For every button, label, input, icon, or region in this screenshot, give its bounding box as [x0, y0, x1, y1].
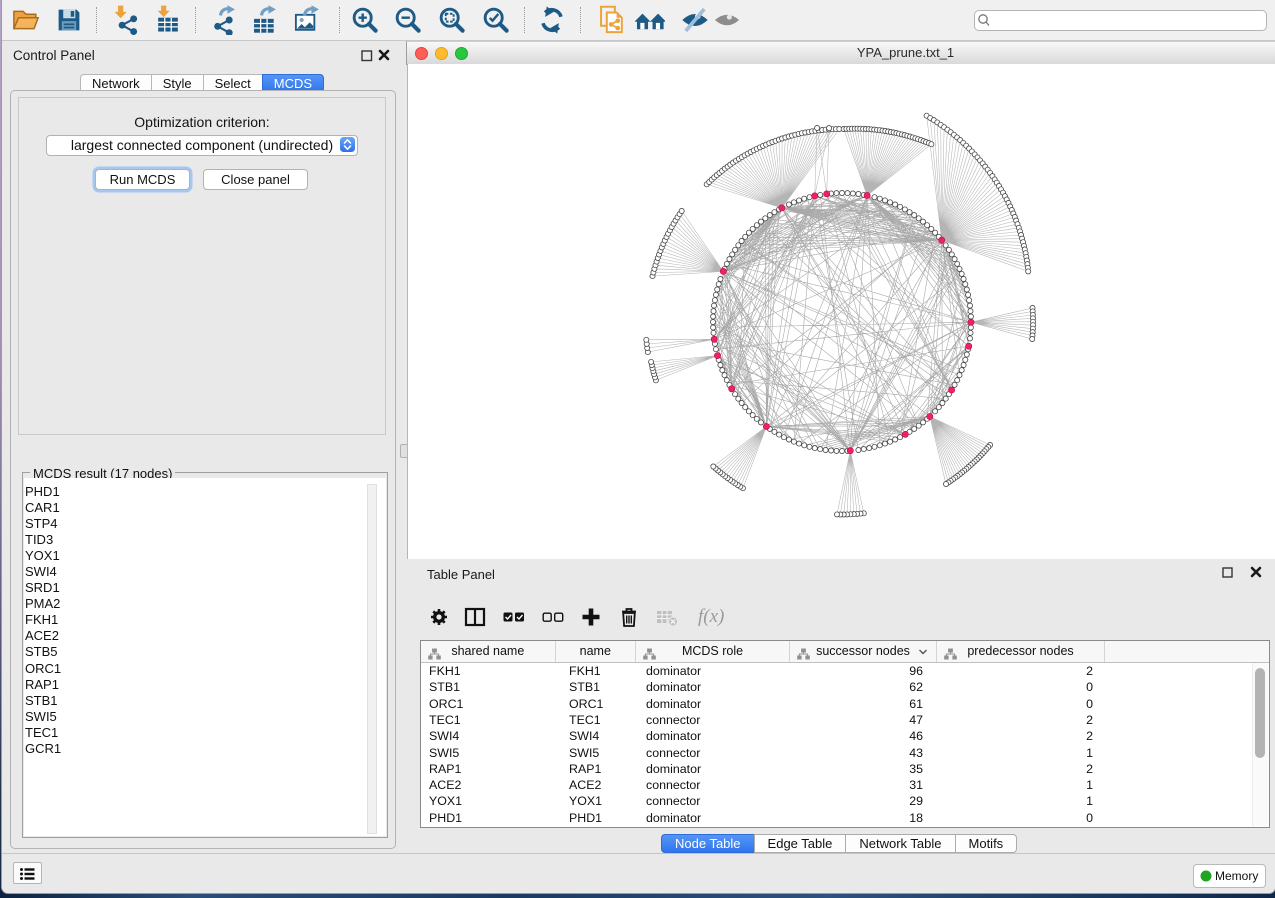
svg-text:f(x): f(x) [698, 606, 724, 627]
